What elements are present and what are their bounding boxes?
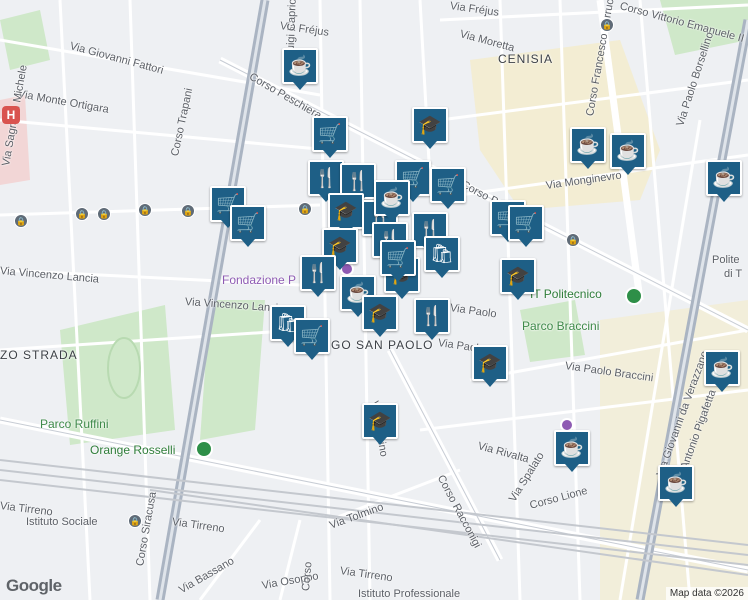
graduation-cap-icon: 🎓 xyxy=(368,302,392,324)
graduation-cap-icon: 🎓 xyxy=(418,114,442,136)
lock-icon[interactable]: 🔒 xyxy=(566,233,580,247)
restaurant-icon: 🍴 xyxy=(314,167,338,189)
restaurant-marker[interactable]: 🍴 xyxy=(308,160,344,196)
lock-icon[interactable]: 🔒 xyxy=(128,514,142,528)
grocery-marker[interactable]: 🛒 xyxy=(312,116,348,152)
school-marker[interactable]: 🎓 xyxy=(328,193,364,229)
graduation-cap-icon: 🎓 xyxy=(506,265,530,287)
restaurant-icon: 🍴 xyxy=(306,262,330,284)
restaurant-icon: 🍴 xyxy=(346,170,370,192)
lock-icon[interactable]: 🔒 xyxy=(138,203,152,217)
coffee-marker[interactable]: ☕ xyxy=(570,127,606,163)
shopping-cart-icon: 🛒 xyxy=(300,325,324,347)
graduation-cap-icon: 🎓 xyxy=(368,410,392,432)
shopping-cart-icon: 🛒 xyxy=(514,212,538,234)
restaurant-marker[interactable]: 🍴 xyxy=(414,298,450,334)
lock-icon[interactable]: 🔒 xyxy=(298,202,312,216)
school-marker[interactable]: 🎓 xyxy=(362,295,398,331)
poi-label-istituto-professionale: Istituto Professionale xyxy=(358,588,461,600)
school-marker[interactable]: 🎓 xyxy=(412,107,448,143)
grocery-marker[interactable]: 🛒 xyxy=(230,205,266,241)
coffee-icon: ☕ xyxy=(712,167,736,189)
grocery-marker[interactable]: 🛒 xyxy=(294,318,330,354)
lock-icon[interactable]: 🔒 xyxy=(181,204,195,218)
coffee-icon: ☕ xyxy=(560,437,584,459)
poi-label-istituto-sociale: Istituto Sociale xyxy=(26,516,98,528)
coffee-marker[interactable]: ☕ xyxy=(554,430,590,466)
restaurant-icon: 🍴 xyxy=(420,305,444,327)
area-label-zo-strada: ZO STRADA xyxy=(0,348,78,362)
grocery-marker[interactable]: 🛒 xyxy=(430,167,466,203)
park-label-braccini: Parco Braccini xyxy=(522,319,600,333)
coffee-icon: ☕ xyxy=(288,55,312,77)
university-icon[interactable] xyxy=(625,287,643,305)
lock-icon[interactable]: 🔒 xyxy=(14,214,28,228)
shopping-cart-icon: 🛒 xyxy=(318,123,342,145)
poi-label-orange-rosselli: Orange Rosselli xyxy=(90,443,176,457)
hospital-icon[interactable]: H xyxy=(2,106,20,124)
park-label-ruffini: Parco Ruffini xyxy=(40,417,109,431)
shopping-cart-icon: 🛒 xyxy=(386,247,410,269)
graduation-cap-icon: 🎓 xyxy=(328,235,352,257)
street-label: Corso xyxy=(300,561,315,592)
graduation-cap-icon: 🎓 xyxy=(334,200,358,222)
lock-icon[interactable]: 🔒 xyxy=(75,207,89,221)
school-marker[interactable]: 🎓 xyxy=(472,345,508,381)
shopping-cart-icon: 🛒 xyxy=(236,212,260,234)
lock-icon[interactable]: 🔒 xyxy=(600,18,614,32)
park-icon[interactable] xyxy=(195,440,213,458)
poi-label-politecnico-right-2: di T xyxy=(724,268,743,280)
shopping-bag-icon: 🛍 xyxy=(429,243,455,265)
restaurant-marker[interactable]: 🍴 xyxy=(300,255,336,291)
coffee-icon: ☕ xyxy=(616,140,640,162)
map-attribution[interactable]: Map data ©2026 xyxy=(665,587,748,600)
coffee-icon: ☕ xyxy=(576,134,600,156)
grocery-marker[interactable]: 🛒 xyxy=(380,240,416,276)
school-marker[interactable]: 🎓 xyxy=(500,258,536,294)
coffee-marker[interactable]: ☕ xyxy=(706,160,742,196)
coffee-icon: ☕ xyxy=(380,187,404,209)
coffee-icon: ☕ xyxy=(664,472,688,494)
poi-label-fondazione: Fondazione P xyxy=(222,273,297,287)
lock-icon[interactable]: 🔒 xyxy=(97,207,111,221)
grocery-marker[interactable]: 🛒 xyxy=(508,205,544,241)
school-marker[interactable]: 🎓 xyxy=(362,403,398,439)
shopping-cart-icon: 🛒 xyxy=(436,174,460,196)
coffee-marker[interactable]: ☕ xyxy=(374,180,410,216)
area-label-cenisia: CENISIA xyxy=(498,52,554,66)
poi-label-politecnico-right: Polite xyxy=(712,254,740,266)
coffee-marker[interactable]: ☕ xyxy=(282,48,318,84)
graduation-cap-icon: 🎓 xyxy=(478,352,502,374)
coffee-marker[interactable]: ☕ xyxy=(610,133,646,169)
coffee-marker[interactable]: ☕ xyxy=(704,350,740,386)
coffee-icon: ☕ xyxy=(710,357,734,379)
coffee-marker[interactable]: ☕ xyxy=(658,465,694,501)
google-logo: Google xyxy=(6,576,62,595)
shopping-marker[interactable]: 🛍 xyxy=(424,236,460,272)
poi-label-politecnico: IT Politecnico xyxy=(530,287,602,301)
